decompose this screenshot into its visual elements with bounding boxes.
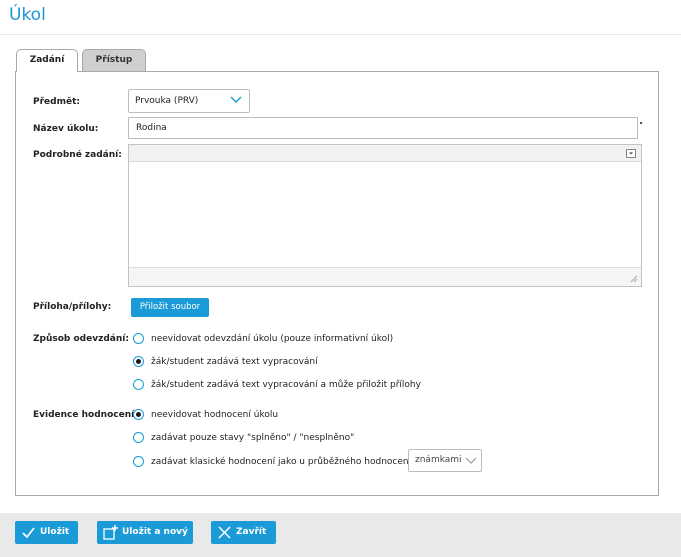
save-and-new-button[interactable]: Uložit a nový	[97, 521, 193, 544]
grading-radio-status[interactable]	[133, 432, 144, 443]
subject-value: Prvouka (PRV)	[135, 96, 199, 106]
task-name-label: Název úkolu:	[33, 124, 99, 134]
chevron-down-icon	[230, 96, 242, 103]
submission-option-text: žák/student zadává text vypracování	[151, 357, 318, 367]
editor-toolbar	[129, 145, 641, 162]
save-button-label: Uložit	[40, 527, 70, 537]
save-button[interactable]: Uložit	[15, 521, 78, 544]
page-header: Úkol	[0, 0, 681, 35]
submission-radio-text[interactable]	[133, 356, 144, 367]
page-title: Úkol	[9, 5, 46, 25]
submission-radio-text-attachments[interactable]	[133, 379, 144, 390]
submission-option-none: neevidovat odevzdání úkolu (pouze inform…	[151, 334, 394, 344]
task-name-input[interactable]: Rodina	[128, 117, 638, 139]
grading-option-none: neevidovat hodnocení úkolu	[151, 410, 279, 420]
attach-file-button[interactable]: Přiložit soubor	[131, 298, 209, 317]
grading-label: Evidence hodnocení:	[33, 410, 138, 420]
save-new-icon	[103, 525, 118, 540]
subject-select[interactable]: Prvouka (PRV)	[128, 89, 250, 113]
close-button[interactable]: Zavřít	[211, 521, 276, 544]
grading-radio-classic[interactable]	[133, 456, 144, 467]
grading-option-status: zadávat pouze stavy "splněno" / "nesplně…	[151, 433, 355, 443]
description-label: Podrobné zadání:	[33, 150, 122, 160]
checkmark-icon	[22, 527, 35, 539]
attachments-label: Příloha/přílohy:	[33, 302, 112, 312]
grading-mode-value: známkami	[415, 455, 462, 465]
submission-radio-none[interactable]	[133, 333, 144, 344]
submission-label: Způsob odevzdání:	[33, 334, 129, 344]
save-and-new-label: Uložit a nový	[122, 527, 188, 537]
editor-statusbar	[129, 267, 641, 286]
subject-label: Předmět:	[33, 97, 80, 107]
description-editor[interactable]	[128, 144, 642, 287]
tab-pristup[interactable]: Přístup	[82, 49, 146, 71]
grading-radio-none[interactable]	[133, 409, 144, 420]
submission-option-text-attachments: žák/student zadává text vypracování a mů…	[151, 380, 421, 390]
required-marker	[640, 122, 642, 124]
tab-zadani[interactable]: Zadání	[16, 49, 78, 72]
grading-mode-select[interactable]: známkami	[408, 449, 482, 472]
close-icon	[218, 526, 231, 539]
chevron-down-icon	[465, 457, 477, 464]
close-button-label: Zavřít	[236, 527, 267, 537]
resize-grip-icon[interactable]	[630, 275, 638, 283]
toolbar-dropdown-icon[interactable]	[626, 149, 636, 158]
grading-option-classic: zadávat klasické hodnocení jako u průběž…	[151, 457, 432, 467]
